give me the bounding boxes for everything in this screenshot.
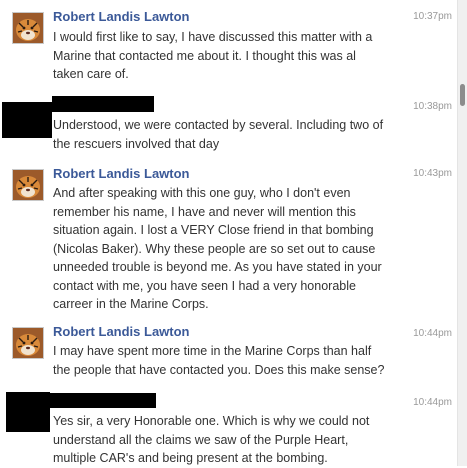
message-body: I may have spent more time in the Marine…: [53, 342, 403, 379]
message-line: Understood, we were contacted by several…: [53, 118, 384, 132]
message-thread: Robert Landis Lawton 10:37pm I would fir…: [0, 0, 467, 466]
message-line: multiple CAR's and being present at the …: [53, 451, 328, 465]
message-line: remember his name, I have and never will…: [53, 204, 356, 219]
timestamp: 10:37pm: [413, 11, 452, 22]
timestamp: 10:43pm: [413, 168, 452, 179]
message-line: Yes sir, a very Honorable one. Which is …: [53, 414, 370, 428]
message-line: I may have spent more time in the Marine…: [53, 344, 372, 358]
message-body: And after speaking with this one guy, wh…: [53, 184, 403, 314]
timestamp: 10:44pm: [413, 397, 452, 408]
message-line: understand all the claims we saw of the …: [53, 432, 349, 447]
message-line: Marine that contacted me about it. I tho…: [53, 48, 356, 63]
message-line: situation again. I lost a VERY Close fri…: [53, 223, 374, 237]
sender-name[interactable]: Robert Landis Lawton: [53, 324, 190, 340]
message-line: I would first like to say, I have discus…: [53, 30, 373, 44]
message-line: the rescuers involved that day: [53, 136, 220, 151]
message-line: carreer in the Marine Corps.: [53, 297, 209, 311]
redacted-sender-name: [50, 393, 156, 408]
timestamp: 10:38pm: [413, 101, 452, 112]
message-line: taken care of.: [53, 67, 129, 81]
message-line: the people that have contacted you. Does…: [53, 362, 385, 377]
message-line: contact with me, you have seen I had a v…: [53, 278, 356, 293]
redacted-sender-name: [52, 96, 154, 112]
message: Robert Landis Lawton 10:37pm I would fir…: [0, 9, 458, 89]
tiger-avatar-icon[interactable]: [12, 12, 44, 44]
message-line: (Nicolas Baker). Why these people are so…: [53, 241, 376, 256]
redacted-avatar: [2, 102, 52, 138]
message-line: unneeded trouble is beyond me. As you ha…: [53, 260, 382, 274]
message: 10:38pm Understood, we were contacted by…: [0, 94, 458, 156]
tiger-avatar-icon[interactable]: [12, 169, 44, 201]
message: Robert Landis Lawton 10:43pm And after s…: [0, 166, 458, 316]
tiger-avatar-icon[interactable]: [12, 327, 44, 359]
sender-name[interactable]: Robert Landis Lawton: [53, 166, 190, 182]
timestamp: 10:44pm: [413, 328, 452, 339]
message-line: And after speaking with this one guy, wh…: [53, 186, 351, 200]
scrollbar-thumb[interactable]: [460, 84, 465, 106]
message: Robert Landis Lawton 10:44pm I may have …: [0, 324, 458, 384]
message-body: Yes sir, a very Honorable one. Which is …: [53, 412, 403, 468]
scrollbar[interactable]: [457, 0, 467, 466]
message-body: Understood, we were contacted by several…: [53, 116, 403, 153]
message-body: I would first like to say, I have discus…: [53, 28, 403, 84]
redacted-avatar: [6, 392, 50, 432]
message: 10:44pm Yes sir, a very Honorable one. W…: [0, 390, 458, 466]
sender-name[interactable]: Robert Landis Lawton: [53, 9, 190, 25]
